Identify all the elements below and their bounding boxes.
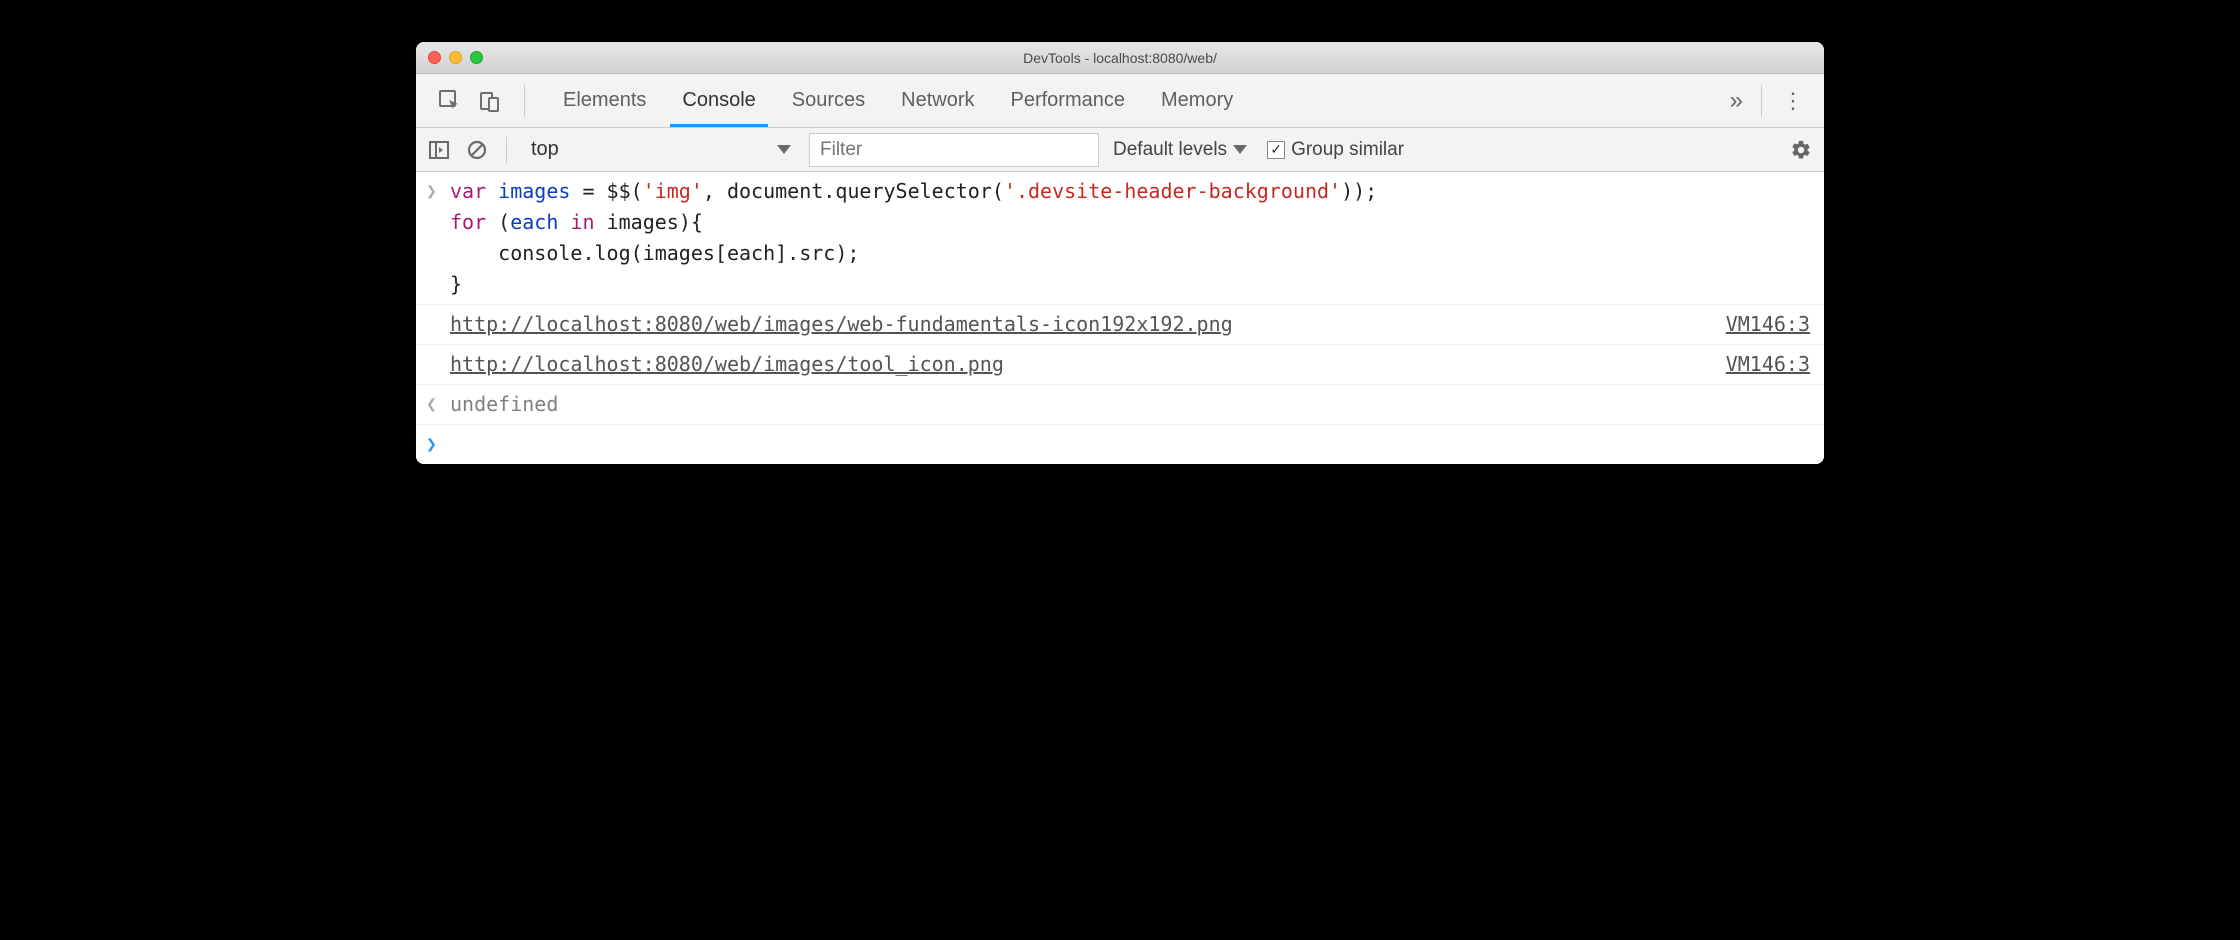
context-label: top bbox=[531, 138, 559, 161]
more-tabs-icon[interactable]: » bbox=[1722, 87, 1751, 115]
clear-console-icon[interactable] bbox=[462, 135, 492, 165]
toggle-sidebar-icon[interactable] bbox=[424, 135, 454, 165]
prompt-marker-icon: ❯ bbox=[426, 429, 450, 459]
minimize-icon[interactable] bbox=[449, 51, 462, 64]
console-result-row: ❮ undefined bbox=[416, 385, 1824, 425]
chevron-down-icon bbox=[777, 145, 791, 154]
tab-sources[interactable]: Sources bbox=[774, 74, 883, 127]
filter-input[interactable] bbox=[809, 133, 1099, 167]
log-message: http://localhost:8080/web/images/tool_ic… bbox=[450, 349, 1710, 380]
console-log-row: http://localhost:8080/web/images/web-fun… bbox=[416, 305, 1824, 345]
tab-performance[interactable]: Performance bbox=[993, 74, 1144, 127]
toolbar-left bbox=[422, 83, 518, 119]
log-levels-selector[interactable]: Default levels bbox=[1107, 139, 1253, 161]
device-toggle-icon[interactable] bbox=[472, 83, 508, 119]
divider bbox=[524, 85, 525, 117]
console-prompt-input[interactable] bbox=[450, 429, 1810, 460]
console-code[interactable]: var images = $$('img', document.querySel… bbox=[450, 176, 1810, 300]
chevron-down-icon bbox=[1233, 145, 1247, 154]
log-url[interactable]: http://localhost:8080/web/images/web-fun… bbox=[450, 312, 1233, 336]
console-settings-icon[interactable] bbox=[1786, 135, 1816, 165]
source-link[interactable]: VM146:3 bbox=[1726, 349, 1810, 380]
divider bbox=[1761, 85, 1762, 117]
source-link[interactable]: VM146:3 bbox=[1726, 309, 1810, 340]
close-icon[interactable] bbox=[428, 51, 441, 64]
group-similar-label: Group similar bbox=[1291, 139, 1404, 161]
tab-memory[interactable]: Memory bbox=[1143, 74, 1251, 127]
tabs: Elements Console Sources Network Perform… bbox=[545, 74, 1722, 127]
group-similar-toggle[interactable]: ✓ Group similar bbox=[1261, 139, 1410, 161]
tab-network[interactable]: Network bbox=[883, 74, 992, 127]
window-title: DevTools - localhost:8080/web/ bbox=[416, 50, 1824, 66]
result-value: undefined bbox=[450, 389, 1810, 420]
main-toolbar: Elements Console Sources Network Perform… bbox=[416, 74, 1824, 128]
tab-elements[interactable]: Elements bbox=[545, 74, 664, 127]
devtools-window: DevTools - localhost:8080/web/ Elements … bbox=[416, 42, 1824, 464]
traffic-lights bbox=[416, 51, 483, 64]
zoom-icon[interactable] bbox=[470, 51, 483, 64]
divider bbox=[506, 137, 507, 163]
console-output[interactable]: ❯ var images = $$('img', document.queryS… bbox=[416, 172, 1824, 464]
subtoolbar-right bbox=[1786, 135, 1816, 165]
log-message: http://localhost:8080/web/images/web-fun… bbox=[450, 309, 1710, 340]
log-url[interactable]: http://localhost:8080/web/images/tool_ic… bbox=[450, 352, 1004, 376]
titlebar[interactable]: DevTools - localhost:8080/web/ bbox=[416, 42, 1824, 74]
tab-console[interactable]: Console bbox=[664, 74, 773, 127]
inspect-element-icon[interactable] bbox=[432, 83, 468, 119]
gutter-spacer bbox=[426, 309, 450, 311]
settings-menu-icon[interactable]: ⋮ bbox=[1772, 88, 1814, 114]
console-log-row: http://localhost:8080/web/images/tool_ic… bbox=[416, 345, 1824, 385]
console-input-row: ❯ var images = $$('img', document.queryS… bbox=[416, 172, 1824, 305]
output-marker-icon: ❮ bbox=[426, 389, 450, 419]
checkbox-checked-icon[interactable]: ✓ bbox=[1267, 141, 1285, 159]
levels-label: Default levels bbox=[1113, 139, 1227, 161]
console-toolbar: top Default levels ✓ Group similar bbox=[416, 128, 1824, 172]
context-selector[interactable]: top bbox=[521, 133, 801, 167]
input-marker-icon: ❯ bbox=[426, 176, 450, 206]
console-prompt-row[interactable]: ❯ bbox=[416, 425, 1824, 464]
gutter-spacer bbox=[426, 349, 450, 351]
toolbar-right: » ⋮ bbox=[1722, 85, 1818, 117]
